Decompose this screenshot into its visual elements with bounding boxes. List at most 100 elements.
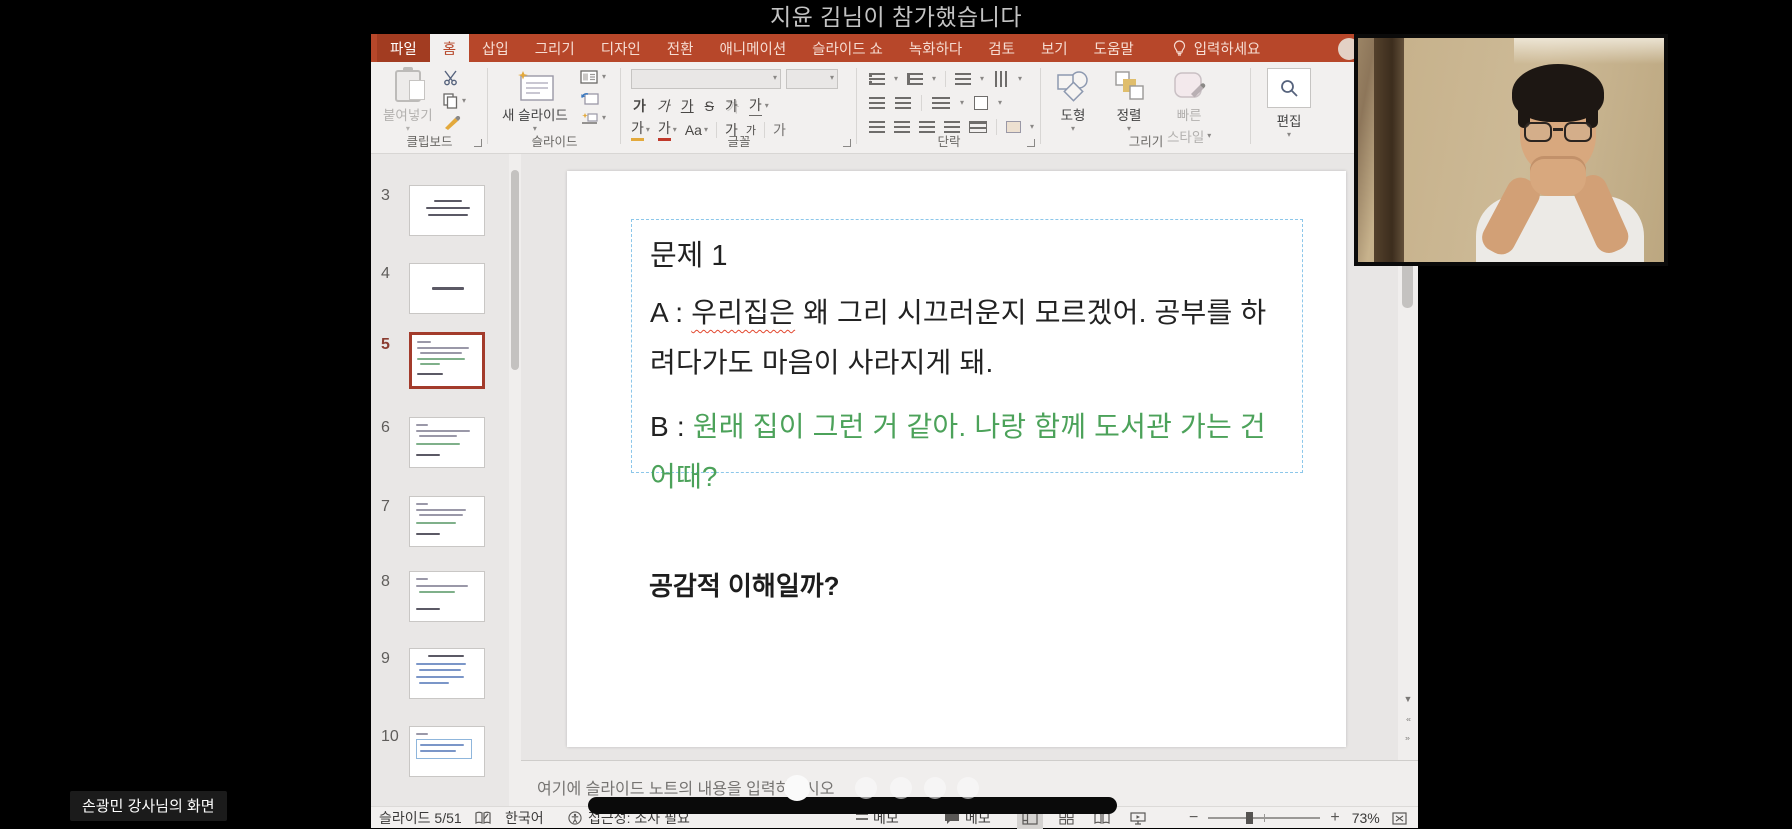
slide-number: 7 — [381, 498, 390, 516]
slide-thumbnail-4[interactable] — [409, 263, 485, 314]
meeting-control-bar[interactable] — [588, 797, 1117, 814]
tab-slideshow[interactable]: 슬라이드 쇼 — [799, 34, 896, 62]
slide-question-text: 공감적 이해일까? — [649, 566, 840, 603]
paragraph-dialog-launcher-icon[interactable] — [1027, 139, 1037, 149]
slide-thumbnail-7[interactable] — [409, 496, 485, 547]
editing-label: 편집 — [1277, 110, 1302, 130]
background-ceiling — [1514, 38, 1664, 64]
tab-review[interactable]: 검토 — [975, 34, 1028, 62]
editing-button[interactable]: 편집 ▾ — [1267, 68, 1311, 138]
text-shadow-button[interactable]: 가 — [725, 96, 738, 116]
cut-button[interactable] — [443, 70, 460, 86]
clipboard-group-label: 클립보드 — [371, 131, 488, 150]
character-spacing-button[interactable]: 가 ▾ — [749, 95, 769, 116]
webcam-video-tile[interactable] — [1354, 34, 1668, 266]
zoom-out-icon[interactable]: − — [1189, 809, 1198, 827]
slide-thumbnail-6[interactable] — [409, 417, 485, 468]
slide-editing-area: 문제 1 A : 우리집은 왜 그리 시끄러운지 모르겠어. 공부를 하려다가도… — [521, 154, 1398, 808]
decrease-indent-icon[interactable] — [869, 97, 885, 109]
spellcheck-book-icon — [475, 811, 491, 825]
strikethrough-button[interactable]: S — [705, 98, 714, 114]
slide-thumbnail-9[interactable] — [409, 648, 485, 699]
ribbon-tab-bar: 파일 홈 삽입 그리기 디자인 전환 애니메이션 슬라이드 쇼 녹화하다 검토 … — [371, 34, 1418, 62]
slideshow-icon — [1130, 812, 1146, 825]
reset-slide-button[interactable] — [580, 90, 606, 105]
slideshow-view-button[interactable] — [1125, 807, 1151, 829]
zoom-in-icon[interactable]: + — [1330, 809, 1339, 827]
slide-indicator: 슬라이드 5/51 — [379, 807, 462, 829]
zoom-slider[interactable] — [1208, 817, 1320, 819]
scissors-icon — [443, 70, 460, 86]
fit-to-window-icon[interactable] — [1392, 812, 1407, 825]
paragraph-group-label: 단락 — [857, 131, 1041, 150]
shapes-icon — [1055, 70, 1091, 102]
chevron-down-icon: ▾ — [1287, 132, 1291, 138]
tab-file[interactable]: 파일 — [377, 34, 430, 62]
overlay-dot — [890, 777, 912, 799]
slide-layout-button[interactable]: ▾ — [580, 70, 606, 84]
zoom-level[interactable]: 73% — [1352, 810, 1380, 826]
overlay-dot — [784, 775, 810, 801]
italic-button[interactable]: 가 — [657, 96, 670, 116]
section-button[interactable]: ▾ — [580, 111, 606, 125]
line-spacing-icon[interactable] — [955, 73, 971, 85]
screen-share-label: 손광민 강사님의 화면 — [70, 791, 227, 821]
slide-thumbnail-10[interactable] — [409, 726, 485, 777]
tell-me-search[interactable]: 입력하세요 — [1173, 34, 1261, 62]
thumbnail-scrollbar[interactable] — [509, 154, 521, 808]
numbering-icon[interactable] — [907, 73, 923, 85]
text-direction-icon[interactable] — [995, 71, 1007, 87]
spell-check-button[interactable] — [475, 807, 491, 829]
person-hands — [1530, 156, 1586, 196]
tab-home[interactable]: 홈 — [430, 34, 469, 62]
clipboard-dialog-launcher-icon[interactable] — [474, 139, 484, 149]
clipboard-group: 붙여넣기 ▾ ▾ — [371, 62, 488, 154]
format-painter-button[interactable] — [443, 116, 461, 130]
slide-problem-title: 문제 1 — [650, 232, 1284, 274]
font-name-combobox[interactable]: ▾ — [631, 69, 781, 89]
tab-record[interactable]: 녹화하다 — [896, 34, 975, 62]
slide-canvas[interactable]: 문제 1 A : 우리집은 왜 그리 시끄러운지 모르겠어. 공부를 하려다가도… — [567, 171, 1346, 747]
tab-animations[interactable]: 애니메이션 — [706, 34, 799, 62]
quick-styles-label-line1: 빠른 — [1177, 104, 1202, 124]
paragraph-group: ▾ ▾ ▾ ▾ ▾ ▾ — [857, 62, 1041, 154]
chevron-down-icon: ▾ — [960, 100, 964, 106]
columns-icon[interactable] — [932, 97, 950, 109]
previous-slide-icon[interactable]: « — [1398, 710, 1418, 728]
language-button[interactable]: 한국어 — [505, 807, 544, 829]
editing-group: 편집 ▾ — [1251, 62, 1331, 154]
slide-line-a: A : 우리집은 왜 그리 시끄러운지 모르겠어. 공부를 하려다가도 마음이 … — [650, 288, 1284, 388]
slide-thumbnail-8[interactable] — [409, 571, 485, 622]
tab-transitions[interactable]: 전환 — [654, 34, 707, 62]
person-glasses — [1522, 122, 1594, 142]
tab-insert[interactable]: 삽입 — [469, 34, 522, 62]
arrange-label: 정렬 — [1117, 104, 1142, 124]
increase-indent-icon[interactable] — [895, 97, 911, 109]
font-dialog-launcher-icon[interactable] — [843, 139, 853, 149]
slide-thumbnail-3[interactable] — [409, 185, 485, 236]
slide-text-box[interactable]: 문제 1 A : 우리집은 왜 그리 시끄러운지 모르겠어. 공부를 하려다가도… — [631, 219, 1303, 473]
font-size-combobox[interactable]: ▾ — [786, 69, 838, 89]
overlay-dot — [924, 777, 946, 799]
copy-button[interactable]: ▾ — [443, 93, 466, 109]
paste-button[interactable]: 붙여넣기 ▾ — [383, 70, 433, 132]
slide-thumbnail-5-selected[interactable] — [409, 332, 485, 389]
chevron-down-icon: ▾ — [980, 76, 984, 82]
section-icon — [580, 111, 598, 125]
align-text-icon[interactable] — [974, 96, 988, 110]
tab-help[interactable]: 도움말 — [1081, 34, 1147, 62]
tab-design[interactable]: 디자인 — [588, 34, 654, 62]
new-slide-button[interactable]: 새 슬라이드 ▾ — [502, 70, 568, 132]
scroll-down-icon[interactable]: ▼ — [1398, 690, 1418, 708]
bullets-icon[interactable] — [869, 73, 885, 85]
chevron-down-icon: ▾ — [462, 98, 466, 104]
zoom-slider-handle[interactable] — [1246, 812, 1253, 824]
tab-view[interactable]: 보기 — [1028, 34, 1081, 62]
underline-button[interactable]: 가 — [681, 96, 694, 116]
chevron-down-icon: ▾ — [830, 75, 834, 81]
drawing-group-label: 그리기 — [1041, 131, 1251, 150]
bold-button[interactable]: 가 — [633, 96, 646, 116]
tab-draw[interactable]: 그리기 — [522, 34, 588, 62]
next-slide-icon[interactable]: « — [1398, 730, 1418, 748]
drawing-group: 도형 ▾ 정렬 ▾ — [1041, 62, 1251, 154]
